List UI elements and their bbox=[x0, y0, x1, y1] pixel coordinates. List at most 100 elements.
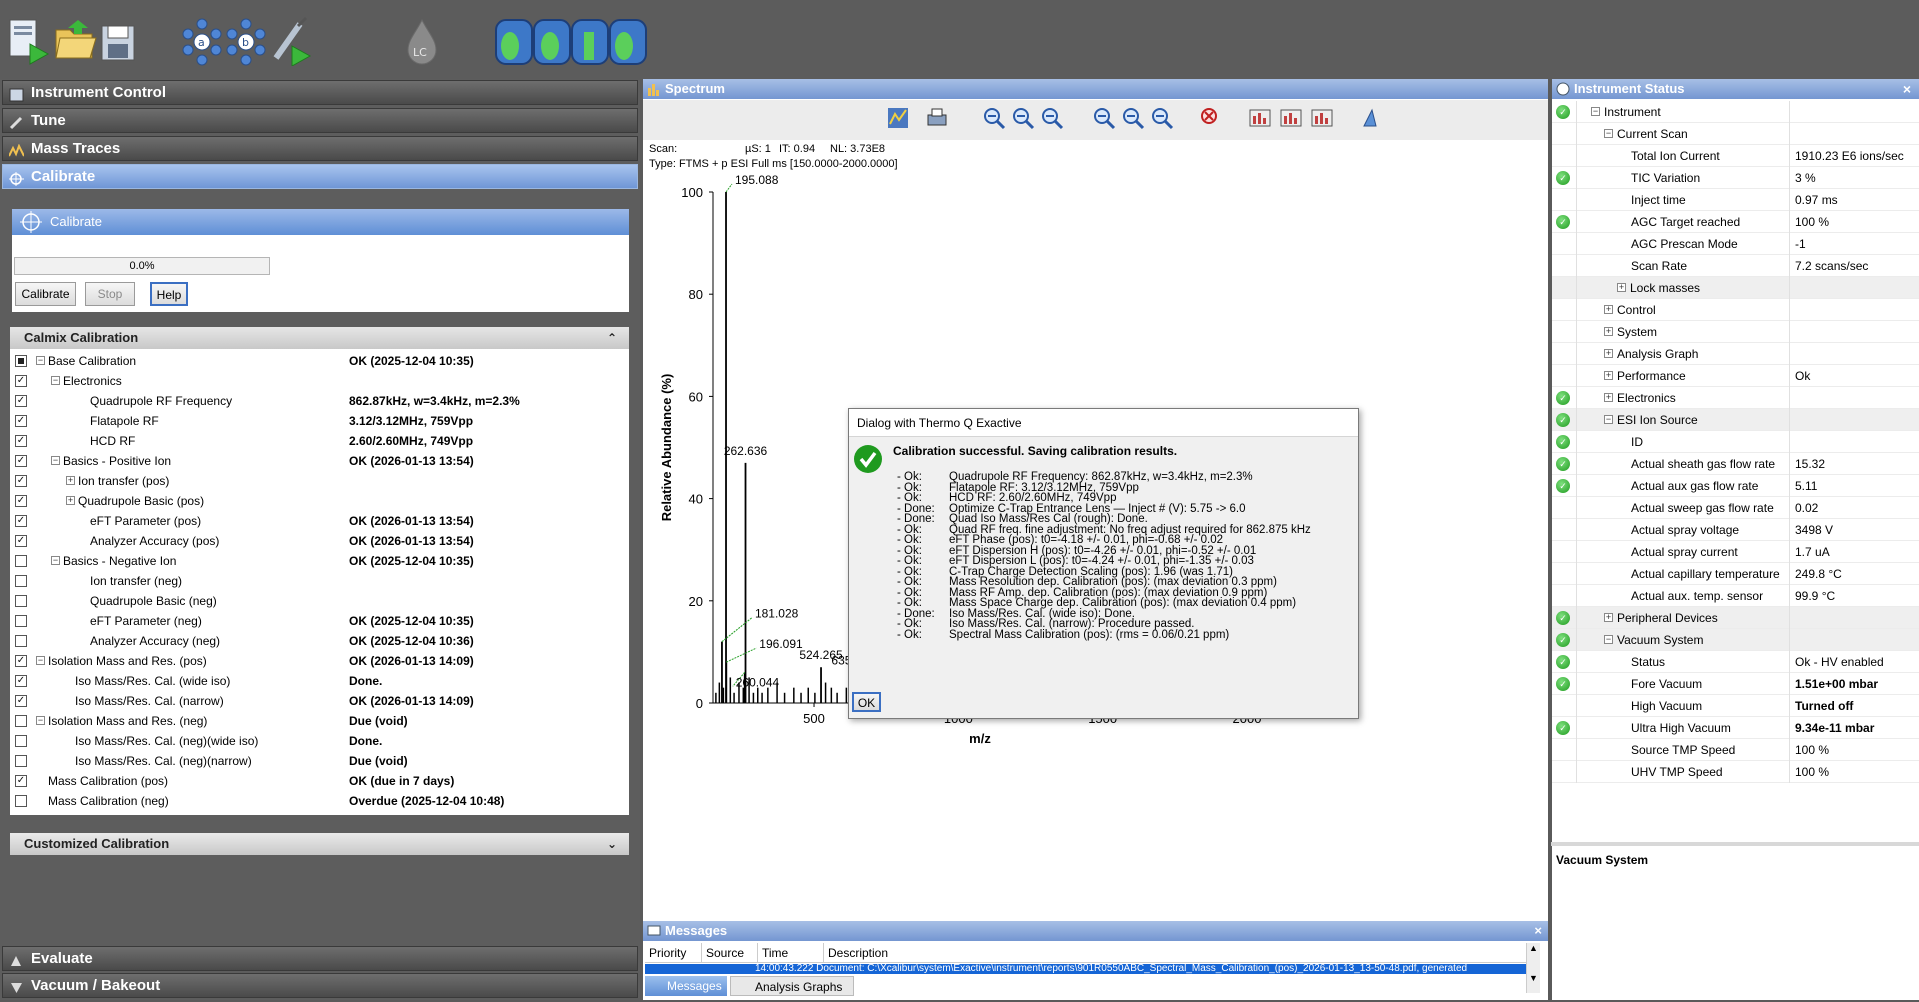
checkbox[interactable]: ✓ bbox=[15, 435, 27, 447]
calibration-tree-row[interactable]: eFT Parameter (neg) OK (2025-12-04 10:35) bbox=[10, 611, 629, 631]
checkbox[interactable]: ✓ bbox=[15, 775, 27, 787]
calibration-tree-row[interactable]: − Isolation Mass and Res. (neg) Due (void) bbox=[10, 711, 629, 731]
status-row[interactable]: ✓ Actual sheath gas flow rate 15.32 bbox=[1552, 453, 1919, 475]
grid-normalize-icon[interactable] bbox=[1279, 106, 1303, 130]
status-row[interactable]: ✓ TIC Variation 3 % bbox=[1552, 167, 1919, 189]
expand-node-icon[interactable]: + bbox=[1604, 327, 1613, 336]
checkbox[interactable]: ✓ bbox=[15, 535, 27, 547]
status-row[interactable]: + Performance Ok bbox=[1552, 365, 1919, 387]
expand-icon[interactable]: ⌄ bbox=[607, 833, 617, 855]
checkbox[interactable] bbox=[15, 595, 27, 607]
calibration-tree-row[interactable]: ✓ HCD RF 2.60/2.60MHz, 749Vpp bbox=[10, 431, 629, 451]
calibration-tree-row[interactable]: − Base Calibration OK (2025-12-04 10:35) bbox=[10, 351, 629, 371]
col-source[interactable]: Source bbox=[701, 943, 744, 963]
zoom-fit-x-icon[interactable] bbox=[1040, 106, 1064, 130]
checkbox[interactable]: ✓ bbox=[15, 415, 27, 427]
nav-instrument-control[interactable]: Instrument Control bbox=[2, 80, 638, 105]
zoom-out-y-icon[interactable] bbox=[1121, 106, 1145, 130]
close-icon[interactable]: × bbox=[1903, 79, 1911, 99]
checkbox[interactable] bbox=[15, 795, 27, 807]
col-description[interactable]: Description bbox=[823, 943, 888, 963]
nav-vacuum-bakeout[interactable]: Vacuum / Bakeout bbox=[2, 973, 638, 998]
collapse-node-icon[interactable]: − bbox=[36, 716, 45, 725]
help-button[interactable]: Help bbox=[150, 282, 188, 306]
status-row[interactable]: ✓ Fore Vacuum 1.51e+00 mbar bbox=[1552, 673, 1919, 695]
calibration-tree-row[interactable]: ✓ Flatapole RF 3.12/3.12MHz, 759Vpp bbox=[10, 411, 629, 431]
expand-node-icon[interactable]: + bbox=[1604, 305, 1613, 314]
dialog-ok-button[interactable]: OK bbox=[852, 692, 881, 712]
checkbox[interactable] bbox=[15, 635, 27, 647]
checkbox[interactable] bbox=[15, 575, 27, 587]
collapse-node-icon[interactable]: − bbox=[1604, 635, 1613, 644]
calibration-tree-row[interactable]: ✓ + Quadrupole Basic (pos) bbox=[10, 491, 629, 511]
normalize-icon[interactable] bbox=[1248, 106, 1272, 130]
expand-node-icon[interactable]: + bbox=[1604, 613, 1613, 622]
stop-button[interactable]: Stop bbox=[85, 282, 135, 306]
save-icon[interactable] bbox=[98, 14, 146, 66]
collapse-node-icon[interactable]: − bbox=[1591, 107, 1600, 116]
checkbox[interactable]: ✓ bbox=[15, 375, 27, 387]
calibration-tree-row[interactable]: Iso Mass/Res. Cal. (neg)(narrow) Due (voi… bbox=[10, 751, 629, 771]
status-row[interactable]: ✓ − ESI Ion Source bbox=[1552, 409, 1919, 431]
status-row[interactable]: ✓ Status Ok - HV enabled bbox=[1552, 651, 1919, 673]
collapse-node-icon[interactable]: − bbox=[51, 556, 60, 565]
panel-splitter[interactable] bbox=[1551, 842, 1919, 846]
status-row[interactable]: + System bbox=[1552, 321, 1919, 343]
collapse-node-icon[interactable]: − bbox=[36, 656, 45, 665]
status-row[interactable]: Inject time 0.97 ms bbox=[1552, 189, 1919, 211]
status-row[interactable]: Scan Rate 7.2 scans/sec bbox=[1552, 255, 1919, 277]
zoom-fit-y-icon[interactable] bbox=[1150, 106, 1174, 130]
calibration-tree-row[interactable]: ✓ − Electronics bbox=[10, 371, 629, 391]
checkbox[interactable]: ✓ bbox=[15, 395, 27, 407]
expand-node-icon[interactable]: + bbox=[1604, 371, 1613, 380]
status-row[interactable]: ✓ Ultra High Vacuum 9.34e-11 mbar bbox=[1552, 717, 1919, 739]
checkbox[interactable] bbox=[15, 755, 27, 767]
status-row[interactable]: AGC Prescan Mode -1 bbox=[1552, 233, 1919, 255]
status-row[interactable]: ✓ − Vacuum System bbox=[1552, 629, 1919, 651]
status-row[interactable]: High Vacuum Turned off bbox=[1552, 695, 1919, 717]
checkbox[interactable] bbox=[15, 615, 27, 627]
checkbox[interactable]: ✓ bbox=[15, 475, 27, 487]
expand-node-icon[interactable]: + bbox=[66, 496, 75, 505]
nav-calibrate[interactable]: Calibrate bbox=[2, 164, 638, 189]
collapse-node-icon[interactable]: − bbox=[1604, 129, 1613, 138]
chart-mode-icon[interactable] bbox=[886, 106, 910, 130]
col-time[interactable]: Time bbox=[757, 943, 788, 963]
reset-zoom-icon[interactable] bbox=[1199, 106, 1223, 130]
checkbox[interactable]: ✓ bbox=[15, 515, 27, 527]
message-row[interactable]: 14:00:43.222 Document: C:\Xcalibur\syste… bbox=[645, 964, 1540, 974]
checkbox[interactable] bbox=[15, 555, 27, 567]
checkbox[interactable]: ✓ bbox=[15, 695, 27, 707]
nav-tune[interactable]: Tune bbox=[2, 108, 638, 133]
status-row[interactable]: Actual capillary temperature 249.8 °C bbox=[1552, 563, 1919, 585]
status-row[interactable]: − Current Scan bbox=[1552, 123, 1919, 145]
status-row[interactable]: + Lock masses bbox=[1552, 277, 1919, 299]
calibration-tree-row[interactable]: ✓ Iso Mass/Res. Cal. (narrow) OK (2026-01-… bbox=[10, 691, 629, 711]
expand-node-icon[interactable]: + bbox=[66, 476, 75, 485]
status-row[interactable]: ✓ + Peripheral Devices bbox=[1552, 607, 1919, 629]
checkbox[interactable] bbox=[15, 735, 27, 747]
calibration-tree-row[interactable]: − Basics - Negative Ion OK (2025-12-04 10:… bbox=[10, 551, 629, 571]
ocsp-logo-icon[interactable] bbox=[494, 16, 650, 66]
status-row[interactable]: ✓ − Instrument bbox=[1552, 101, 1919, 123]
stack-normalize-icon[interactable] bbox=[1310, 106, 1334, 130]
status-row[interactable]: Total Ion Current 1910.23 E6 ions/sec bbox=[1552, 145, 1919, 167]
status-row[interactable]: ✓ ID bbox=[1552, 431, 1919, 453]
checkbox[interactable]: ✓ bbox=[15, 675, 27, 687]
checkbox[interactable]: ✓ bbox=[15, 495, 27, 507]
calibration-tree-row[interactable]: Quadrupole Basic (neg) bbox=[10, 591, 629, 611]
nav-evaluate[interactable]: Evaluate bbox=[2, 946, 638, 971]
lc-icon[interactable]: LC bbox=[398, 14, 446, 66]
export-icon[interactable] bbox=[1358, 106, 1382, 130]
calibrate-button[interactable]: Calibrate bbox=[15, 282, 76, 306]
collapse-node-icon[interactable]: − bbox=[1604, 415, 1613, 424]
calibration-tree-row[interactable]: ✓ Iso Mass/Res. Cal. (wide iso) Done. bbox=[10, 671, 629, 691]
status-row[interactable]: Actual sweep gas flow rate 0.02 bbox=[1552, 497, 1919, 519]
calibration-tree-row[interactable]: Analyzer Accuracy (neg) OK (2025-12-04 10… bbox=[10, 631, 629, 651]
open-folder-icon[interactable] bbox=[52, 14, 100, 66]
calmix-calibration-header[interactable]: Calmix Calibration ⌃ bbox=[10, 327, 629, 349]
collapse-node-icon[interactable]: − bbox=[36, 356, 45, 365]
status-row[interactable]: UHV TMP Speed 100 % bbox=[1552, 761, 1919, 783]
status-row[interactable]: + Control bbox=[1552, 299, 1919, 321]
status-row[interactable]: + Analysis Graph bbox=[1552, 343, 1919, 365]
